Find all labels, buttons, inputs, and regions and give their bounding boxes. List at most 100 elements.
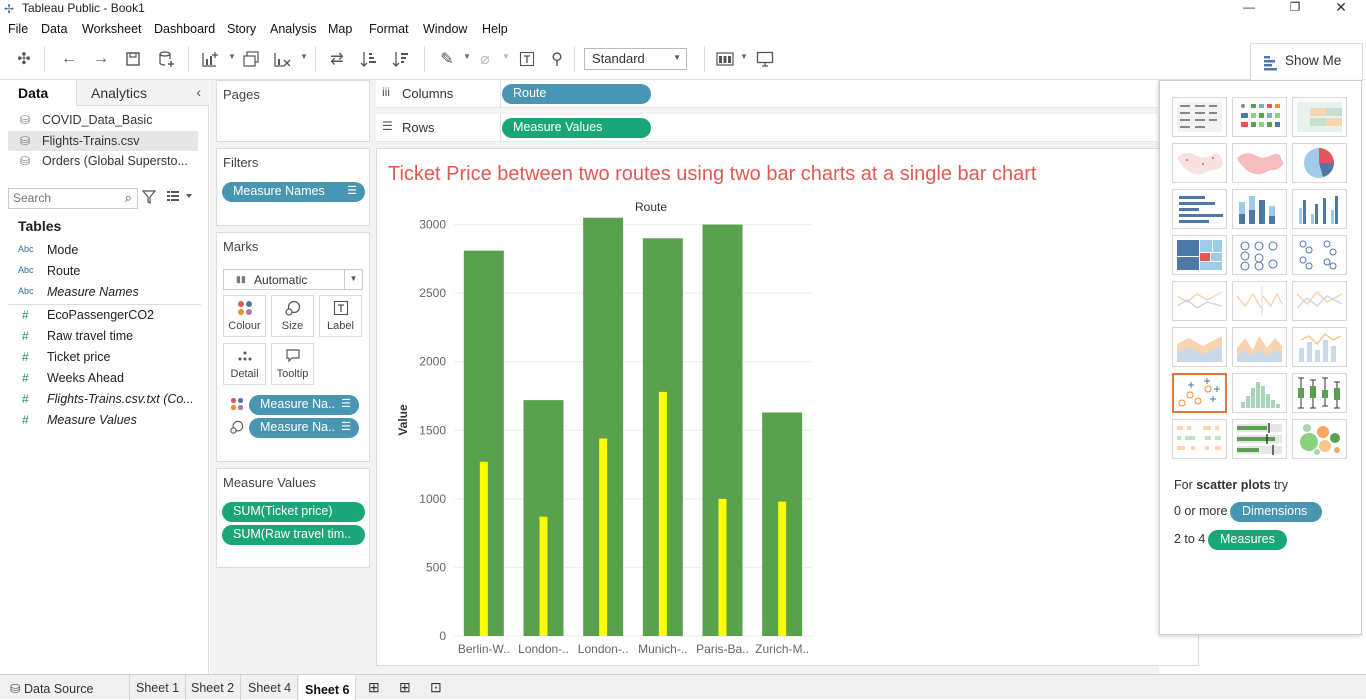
side-by-side-bars-chart-icon[interactable] xyxy=(1292,189,1347,229)
field-ecopassengerco2[interactable]: # EcoPassengerCO2 xyxy=(18,307,203,327)
field-raw-travel-time[interactable]: # Raw travel time xyxy=(18,328,203,348)
menu-window[interactable]: Window xyxy=(423,22,467,36)
marks-colour-pill[interactable]: Measure Na.. ☰ xyxy=(249,395,359,415)
mark-type-select[interactable]: ▮▮ Automatic ▼ xyxy=(223,269,363,290)
pie-chart-icon[interactable] xyxy=(1292,143,1347,183)
duplicate-sheet-icon[interactable] xyxy=(240,48,262,70)
measure-value-pill-ticket-price[interactable]: SUM(Ticket price) xyxy=(222,502,365,522)
collapse-pane-icon[interactable]: ‹ xyxy=(196,84,201,100)
menu-help[interactable]: Help xyxy=(482,22,508,36)
field-ticket-price[interactable]: # Ticket price xyxy=(18,349,203,369)
search-input[interactable] xyxy=(13,191,113,205)
pages-card[interactable]: Pages xyxy=(216,80,370,142)
circle-views-chart-icon[interactable] xyxy=(1232,235,1287,275)
chevron-down-icon[interactable]: ▼ xyxy=(463,52,471,61)
new-story-tab-icon[interactable]: ⊡ xyxy=(424,675,448,700)
show-labels-icon[interactable] xyxy=(516,48,538,70)
text-table-chart-icon[interactable] xyxy=(1172,97,1227,137)
tab-sheet-6[interactable]: Sheet 6 xyxy=(299,675,357,700)
show-cards-icon[interactable] xyxy=(714,48,736,70)
minimize-button[interactable]: — xyxy=(1226,0,1272,18)
measure-value-pill-raw-travel-time[interactable]: SUM(Raw travel tim.. xyxy=(222,525,365,545)
box-and-whisker-chart-icon[interactable] xyxy=(1292,373,1347,413)
marks-colour-button[interactable]: Colour xyxy=(223,295,266,337)
swap-rows-columns-icon[interactable]: ⇄ xyxy=(326,48,348,70)
columns-shelf[interactable]: iii Columns Route xyxy=(376,80,1158,108)
area-discrete-chart-icon[interactable] xyxy=(1172,327,1227,367)
save-icon[interactable] xyxy=(122,48,144,70)
symbol-map-chart-icon[interactable] xyxy=(1172,143,1227,183)
area-continuous-chart-icon[interactable] xyxy=(1232,327,1287,367)
highlight-icon[interactable]: ✎ xyxy=(436,48,458,70)
field-weeks-ahead[interactable]: # Weeks Ahead xyxy=(18,370,203,390)
tab-sheet-1[interactable]: Sheet 1 xyxy=(130,675,187,700)
heat-map-chart-icon[interactable] xyxy=(1232,97,1287,137)
filled-map-chart-icon[interactable] xyxy=(1232,143,1287,183)
rows-shelf[interactable]: ☰ Rows Measure Values xyxy=(376,114,1158,142)
chevron-down-icon[interactable]: ▼ xyxy=(740,52,748,61)
field-route[interactable]: Abc Route xyxy=(18,263,203,283)
undo-icon[interactable]: ← xyxy=(58,48,80,70)
tab-data-source[interactable]: ⛁ Data Source xyxy=(0,675,130,700)
tab-sheet-4[interactable]: Sheet 4 xyxy=(242,675,299,700)
close-button[interactable]: ✕ xyxy=(1318,0,1364,18)
highlight-table-chart-icon[interactable] xyxy=(1292,97,1347,137)
marks-tooltip-button[interactable]: Tooltip xyxy=(271,343,314,385)
view-options-icon[interactable] xyxy=(167,190,193,205)
marks-detail-button[interactable]: Detail xyxy=(223,343,266,385)
tableau-home-icon[interactable]: ✣ xyxy=(13,48,35,70)
measure-values-card[interactable]: Measure Values SUM(Ticket price) SUM(Raw… xyxy=(216,468,370,568)
filter-pill-measure-names[interactable]: Measure Names ☰ xyxy=(222,182,365,202)
menu-dashboard[interactable]: Dashboard xyxy=(154,22,215,36)
side-by-side-circles-chart-icon[interactable] xyxy=(1292,235,1347,275)
menu-data[interactable]: Data xyxy=(41,22,67,36)
chevron-down-icon[interactable]: ▼ xyxy=(300,52,308,61)
scatter-plot-chart-icon[interactable] xyxy=(1172,373,1227,413)
menu-format[interactable]: Format xyxy=(369,22,409,36)
redo-icon[interactable]: → xyxy=(90,48,112,70)
filters-card[interactable]: Filters Measure Names ☰ xyxy=(216,148,370,226)
new-data-source-icon[interactable] xyxy=(155,48,177,70)
lines-discrete-chart-icon[interactable] xyxy=(1172,281,1227,321)
stacked-bars-chart-icon[interactable] xyxy=(1232,189,1287,229)
tab-sheet-2[interactable]: Sheet 2 xyxy=(185,675,242,700)
show-me-button[interactable]: Show Me xyxy=(1250,43,1363,81)
treemap-chart-icon[interactable] xyxy=(1172,235,1227,275)
menu-worksheet[interactable]: Worksheet xyxy=(82,22,142,36)
sort-ascending-icon[interactable] xyxy=(358,48,380,70)
bullet-graph-chart-icon[interactable] xyxy=(1232,419,1287,459)
menu-map[interactable]: Map xyxy=(328,22,352,36)
new-dashboard-tab-icon[interactable]: ⊞ xyxy=(393,675,417,700)
rows-pill-measure-values[interactable]: Measure Values xyxy=(502,118,651,138)
menu-file[interactable]: File xyxy=(8,22,28,36)
lines-continuous-chart-icon[interactable] xyxy=(1232,281,1287,321)
dual-lines-chart-icon[interactable] xyxy=(1292,281,1347,321)
clear-sheet-icon[interactable] xyxy=(271,48,293,70)
fit-select[interactable]: Standard ▼ xyxy=(584,48,687,70)
new-worksheet-icon[interactable] xyxy=(199,48,221,70)
field-flights-trains-count[interactable]: # Flights-Trains.csv.txt (Co... xyxy=(18,391,203,411)
chevron-down-icon[interactable]: ▼ xyxy=(502,52,510,61)
data-source-flights-trains[interactable]: ⛁ Flights-Trains.csv xyxy=(8,131,198,151)
marks-size-pill[interactable]: Measure Na.. ☰ xyxy=(249,418,359,438)
filter-icon[interactable] xyxy=(141,190,157,207)
menu-story[interactable]: Story xyxy=(227,22,256,36)
marks-label-button[interactable]: Label xyxy=(319,295,362,337)
columns-pill-route[interactable]: Route xyxy=(502,84,651,104)
menu-analysis[interactable]: Analysis xyxy=(270,22,317,36)
pin-axes-icon[interactable]: ⚲ xyxy=(546,48,568,70)
chevron-down-icon[interactable]: ▼ xyxy=(228,52,236,61)
histogram-chart-icon[interactable] xyxy=(1232,373,1287,413)
field-measure-names[interactable]: Abc Measure Names xyxy=(18,284,203,304)
new-worksheet-tab-icon[interactable]: ⊞ xyxy=(362,675,386,700)
tab-analytics[interactable]: Analytics ‹ xyxy=(76,80,209,106)
sort-descending-icon[interactable] xyxy=(390,48,412,70)
field-measure-values[interactable]: # Measure Values xyxy=(18,412,203,432)
marks-size-button[interactable]: Size xyxy=(271,295,314,337)
gantt-chart-icon[interactable] xyxy=(1172,419,1227,459)
group-icon[interactable]: ⌀ xyxy=(474,48,496,70)
packed-bubbles-chart-icon[interactable] xyxy=(1292,419,1347,459)
field-mode[interactable]: Abc Mode xyxy=(18,242,203,262)
data-source-covid[interactable]: ⛁ COVID_Data_Basic xyxy=(8,110,198,130)
maximize-button[interactable]: ❐ xyxy=(1272,0,1318,18)
